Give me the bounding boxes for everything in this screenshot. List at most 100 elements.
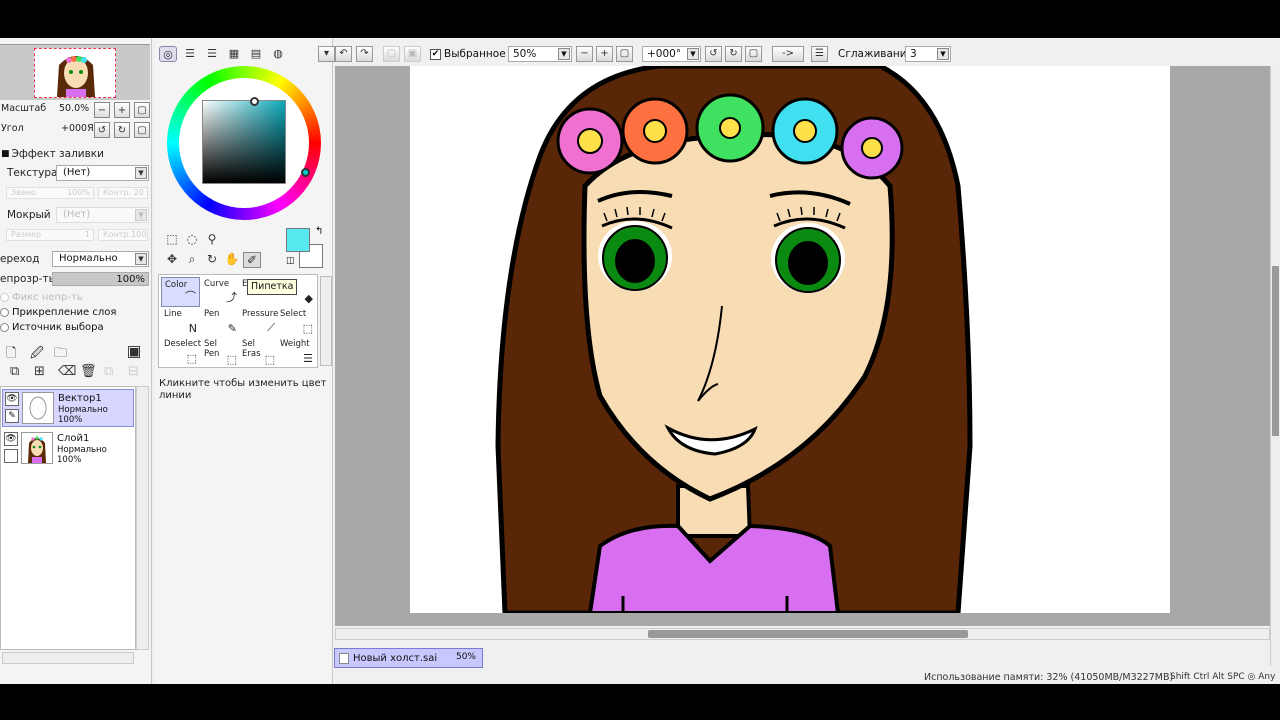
- brush-pressure[interactable]: Pressure ⟋: [239, 307, 278, 337]
- hand-icon[interactable]: ✋: [223, 252, 241, 266]
- selection-source-option[interactable]: Источник выбора: [0, 322, 104, 333]
- zoom-out-button[interactable]: −: [94, 102, 110, 118]
- zoom-select-value: 50%: [513, 48, 537, 60]
- zoom-out-toolbar-button[interactable]: −: [576, 46, 593, 62]
- zoom-value: 50.0%: [59, 102, 90, 114]
- smoothing-value: 3: [910, 48, 917, 60]
- brush-sel-pen[interactable]: Sel Pen ⬚: [201, 337, 240, 367]
- tools-panel: ◎ ☰ ☰ ▦ ▤ ◍ ⬚ ◌ ⚲ ✥ ⌕ ↻ ✋ ✐ ↰ ◫ Color⌒: [155, 38, 333, 684]
- deselect-icon: ⬚: [186, 352, 197, 365]
- rotate-ccw-button[interactable]: ↺: [705, 46, 722, 62]
- rotate-view-icon[interactable]: ↻: [203, 252, 221, 266]
- zoom-in-button[interactable]: +: [114, 102, 130, 118]
- brush-sel-eraser[interactable]: Sel Eras ⬚: [239, 337, 278, 367]
- layer-item[interactable]: 👁 ✎ Вектор1 Нормально 100%: [2, 389, 134, 427]
- brush-select[interactable]: Select ⬚: [277, 307, 316, 337]
- mixer-tab-icon[interactable]: ▤: [247, 46, 265, 62]
- brush-deselect[interactable]: Deselect ⬚: [161, 337, 201, 367]
- eye-icon[interactable]: 👁: [4, 432, 18, 446]
- foreground-color-swatch[interactable]: [286, 228, 310, 252]
- canvas-area[interactable]: [335, 66, 1270, 626]
- clip-layer-option[interactable]: Прикрепление слоя: [0, 307, 116, 318]
- smoothing-select[interactable]: 3 ▼: [905, 46, 951, 62]
- saturation-value-picker[interactable]: [202, 100, 286, 184]
- zoom-select[interactable]: 50% ▼: [508, 46, 572, 62]
- pen-icon[interactable]: ✎: [5, 409, 19, 423]
- angle-select[interactable]: +000° ▼: [642, 46, 701, 62]
- brush-line[interactable]: Line N: [161, 307, 200, 337]
- texture-select[interactable]: (Нет) ▼: [56, 165, 149, 181]
- selection-visible-checkbox[interactable]: ✔: [430, 49, 441, 60]
- move-icon[interactable]: ✥: [163, 252, 181, 266]
- swatches-tab-icon[interactable]: ▦: [225, 46, 243, 62]
- magic-wand-icon[interactable]: ⚲: [203, 232, 221, 246]
- navigator-thumbnail: [57, 56, 95, 97]
- rotate-reset-button-toolbar[interactable]: ▢: [745, 46, 762, 62]
- hsv-slider-tab-icon[interactable]: ☰: [203, 46, 221, 62]
- scrollbar-thumb[interactable]: [1272, 266, 1279, 436]
- redo-button[interactable]: ↷: [356, 46, 373, 62]
- fill-effect-header[interactable]: ■ Эффект заливки: [1, 146, 104, 162]
- stabilizer-button[interactable]: ☰: [811, 46, 828, 62]
- layer-item[interactable]: 👁 Слой1 Нормально 100%: [2, 430, 134, 468]
- zoom-reset-button[interactable]: ▢: [134, 102, 150, 118]
- layer-mask-icon[interactable]: ■: [128, 346, 140, 358]
- copy-layer-icon[interactable]: ⊞: [34, 364, 45, 379]
- wet-value: (Нет): [63, 209, 91, 220]
- transparent-color-icon[interactable]: ◫: [286, 256, 295, 266]
- canvas-vertical-scrollbar[interactable]: [1270, 66, 1280, 666]
- brush-label: Color: [165, 280, 188, 290]
- scratchpad-tab-icon[interactable]: ◍: [269, 46, 287, 62]
- rect-select-icon[interactable]: ⬚: [163, 232, 181, 246]
- color-wheel-tab-icon[interactable]: ◎: [159, 46, 177, 62]
- flatten-icon: ⊟: [128, 364, 139, 379]
- layers-vertical-scrollbar[interactable]: [136, 386, 149, 650]
- line-icon: N: [188, 322, 197, 335]
- wet-label: Мокрый: [7, 209, 51, 221]
- brush-grid-scrollbar[interactable]: [320, 276, 332, 366]
- layer-toolbar: 🗋 🖉 🗀 ■: [4, 342, 146, 362]
- flip-button[interactable]: ->: [772, 46, 804, 62]
- sv-picker-knob[interactable]: [250, 97, 259, 106]
- selection-source-label: Источник выбора: [12, 322, 104, 333]
- brush-color[interactable]: Color ⌒: [161, 277, 200, 307]
- canvas-horizontal-scrollbar[interactable]: [335, 628, 1270, 640]
- undo-button[interactable]: ↶: [335, 46, 352, 62]
- canvas-paper[interactable]: [410, 66, 1170, 616]
- eye-icon[interactable]: 👁: [5, 392, 19, 406]
- rotate-reset-button[interactable]: ▢: [134, 122, 150, 138]
- rotate-cw-button[interactable]: ↻: [725, 46, 742, 62]
- hue-knob[interactable]: [301, 168, 310, 177]
- rotate-left-button[interactable]: ↺: [94, 122, 110, 138]
- merge-layer-icon[interactable]: ⧉: [10, 364, 19, 379]
- scrollbar-thumb[interactable]: [648, 630, 968, 638]
- zoom-icon[interactable]: ⌕: [183, 252, 201, 267]
- lock-box[interactable]: [4, 449, 18, 463]
- deselect-icon: ▢: [386, 48, 397, 59]
- rgb-slider-tab-icon[interactable]: ☰: [181, 46, 199, 62]
- brush-pen[interactable]: Pen ✎: [201, 307, 240, 337]
- blend-mode-select[interactable]: Нормально ▼: [52, 251, 149, 267]
- document-tab[interactable]: Новый холст.sai 50%: [334, 648, 483, 668]
- memory-status: Использование памяти: 32% (41050MB/M3227…: [924, 672, 1174, 683]
- sel-eraser-icon: ⬚: [264, 353, 275, 366]
- eyedropper-icon[interactable]: ✐: [243, 252, 261, 268]
- clear-layer-icon[interactable]: ⌫: [58, 364, 76, 379]
- trash-icon[interactable]: 🗑: [80, 364, 97, 379]
- lasso-icon[interactable]: ◌: [183, 232, 201, 246]
- brush-curve[interactable]: Curve ⤴: [201, 277, 240, 307]
- navigator-preview[interactable]: [0, 44, 150, 100]
- rotate-right-button[interactable]: ↻: [114, 122, 130, 138]
- zoom-in-toolbar-button[interactable]: +: [596, 46, 613, 62]
- panel-toggle-button[interactable]: ▾: [318, 46, 335, 62]
- plus-icon: +: [117, 104, 127, 116]
- invert-selection-button: ▣: [404, 46, 421, 62]
- brush-weight[interactable]: Weight ☰: [277, 337, 316, 367]
- chevron-down-icon: ▼: [558, 48, 570, 60]
- layer-opacity: 100%: [58, 415, 83, 425]
- amount-label: Звено: [11, 188, 36, 197]
- layers-horizontal-scrollbar[interactable]: [2, 652, 134, 664]
- swap-colors-icon[interactable]: ↰: [315, 226, 323, 237]
- zoom-reset-toolbar-button[interactable]: ▢: [616, 46, 633, 62]
- opacity-slider[interactable]: 100%: [52, 272, 149, 286]
